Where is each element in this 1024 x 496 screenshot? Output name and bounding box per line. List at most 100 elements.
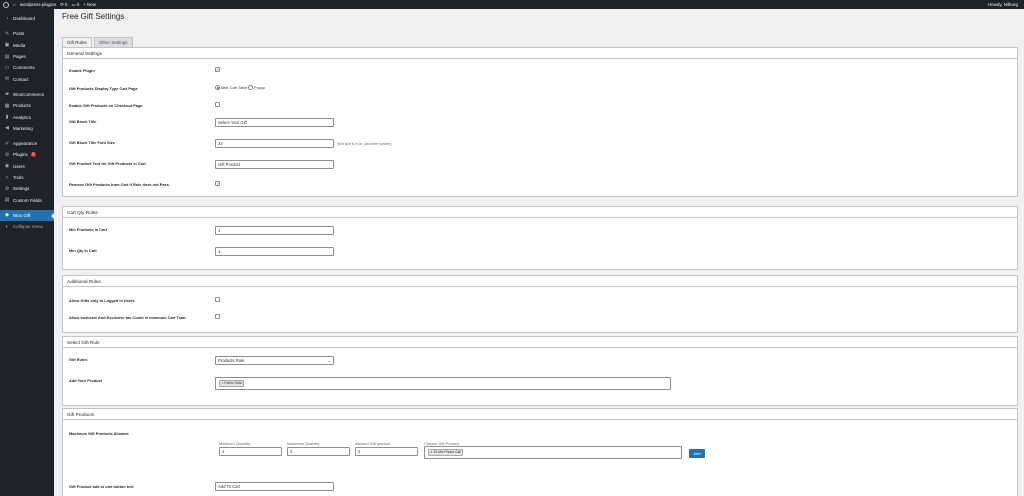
min-qty-label: Min Qty in Cart: [69, 248, 97, 253]
select-gift-rule-panel: Select Gift Rule Gift Rules Products Rul…: [62, 336, 1018, 406]
megaphone-icon: ◀: [5, 125, 9, 132]
min-qty-input[interactable]: 1: [215, 247, 334, 256]
user-icon: ◉: [4, 163, 10, 170]
choose-gift-multiselect[interactable]: × 15 Mix Phone Call: [424, 446, 682, 459]
dashboard-icon: ◔: [5, 15, 9, 22]
panel-heading: Gift Products: [63, 409, 1017, 420]
sidebar-item-marketing[interactable]: ◀ Marketing: [0, 123, 54, 134]
sidebar-item-woocommerce[interactable]: ▰ WooCommerce: [0, 89, 54, 100]
min-products-input[interactable]: 1: [215, 226, 334, 235]
sidebar-item-label: Contact: [13, 76, 29, 82]
radio-label: Popup: [253, 85, 266, 90]
gift-rules-value: Products Rule: [218, 358, 245, 363]
sidebar-item-contact[interactable]: ✉ Contact: [0, 73, 54, 84]
wordpress-logo-icon[interactable]: [3, 1, 9, 8]
product-text-input[interactable]: Gift Product: [215, 160, 334, 169]
cart-button-text-label: Gift Product add to cart button text: [69, 484, 134, 489]
howdy-user-menu[interactable]: Howdy, Nilburg: [988, 0, 1018, 9]
updates-link[interactable]: ⟳ 5: [60, 0, 67, 9]
sidebar-item-label: Dashboard: [13, 16, 36, 22]
panel-heading: Additional Rules: [63, 276, 1017, 287]
sidebar-item-users[interactable]: ◉ Users: [0, 161, 54, 172]
sidebar-item-label: WooCommerce: [13, 91, 45, 97]
sidebar-item-woo-gift[interactable]: ◆ Woo Gift: [0, 209, 54, 222]
panel-heading: Cart Qty Rules: [63, 207, 1017, 218]
plus-icon: +: [83, 2, 86, 7]
sidebar-item-label: Marketing: [13, 125, 33, 131]
sidebar-item-label: Appearance: [13, 141, 38, 147]
sidebar-item-plugins[interactable]: ⚙ Plugins 3: [0, 149, 54, 160]
min-quantity-input[interactable]: 1: [219, 447, 282, 456]
sidebar-item-label: Pages: [13, 54, 26, 60]
allowed-gift-input[interactable]: 2: [355, 447, 418, 456]
cart-button-text-input[interactable]: Add To Cart: [215, 482, 334, 491]
gift-rules-label: Gift Rules: [69, 357, 88, 362]
new-label: New: [86, 2, 96, 7]
gift-rules-select[interactable]: Products Rule ⌄: [215, 356, 334, 365]
media-icon: ▣: [4, 42, 10, 49]
panel-heading: Select Gift Rule: [63, 337, 1017, 348]
display-type-label: Gift Products Display Type Cart Page: [69, 86, 138, 91]
mail-icon: ✉: [4, 76, 10, 83]
sidebar-item-posts[interactable]: ✎ Posts: [0, 28, 54, 39]
brush-icon: ✐: [4, 140, 10, 147]
radio-popup[interactable]: [248, 85, 253, 90]
comments-link[interactable]: ▭ 0: [72, 0, 80, 9]
selected-gift-tag[interactable]: × 15 Mix Phone Call: [428, 449, 464, 456]
pin-icon: ✎: [4, 30, 10, 37]
pages-icon: ▤: [4, 53, 10, 60]
sidebar-item-label: Posts: [13, 31, 25, 37]
font-size-input[interactable]: 24: [215, 139, 334, 148]
font-size-hint: (font size is in px, just enter number): [337, 142, 392, 146]
sidebar-item-label: Comments: [13, 65, 35, 71]
sidebar-item-label: Products: [13, 103, 31, 109]
add-gift-button[interactable]: Add: [689, 449, 705, 458]
plugins-update-badge: 3: [30, 152, 36, 158]
radio-label: After Cart Table: [220, 85, 248, 90]
sidebar-item-label: Woo Gift: [13, 212, 31, 218]
tax-count-label: Allow Inclusive And Exclusive tax Count …: [69, 315, 186, 320]
max-quantity-input[interactable]: 2: [287, 447, 350, 456]
sidebar-item-label: Analytics: [13, 114, 32, 120]
add-product-multiselect[interactable]: × Fabric Sofa: [215, 377, 671, 390]
sidebar-item-pages[interactable]: ▤ Pages: [0, 51, 54, 62]
enable-checkout-checkbox[interactable]: [215, 102, 220, 107]
site-name-link[interactable]: wordpress-plugins: [20, 0, 57, 9]
block-title-label: Gift Block Title: [69, 119, 97, 124]
collapse-menu-button[interactable]: ◐ Collapse menu: [0, 221, 54, 232]
sidebar-item-comments[interactable]: ▭ Comments: [0, 62, 54, 73]
selected-product-tag[interactable]: × Fabric Sofa: [219, 380, 245, 387]
admin-sidebar: ◔ Dashboard ✎ Posts ▣ Media ▤ Pages ▭ Comment…: [0, 9, 54, 496]
sidebar-item-settings[interactable]: ⚙ Settings: [0, 183, 54, 194]
sidebar-item-dashboard[interactable]: ◔ Dashboard: [0, 13, 54, 24]
fields-icon: ▤: [4, 197, 10, 204]
home-icon[interactable]: ⌂: [13, 0, 16, 9]
new-content-link[interactable]: + New: [83, 0, 96, 9]
updates-icon: ⟳: [60, 1, 65, 7]
font-size-label: Gift Block Title Font Size: [69, 140, 115, 145]
chevron-down-icon: ⌄: [327, 358, 331, 363]
main-content: Free Gift Settings Gift Rules Other Sett…: [54, 9, 1024, 496]
updates-count: 5: [65, 2, 68, 7]
analytics-icon: ▮: [5, 114, 9, 121]
panel-heading: General Settings: [63, 48, 1017, 59]
allowed-gift-label: Allowed Gift product: [355, 441, 390, 446]
sidebar-item-label: Plugins: [13, 152, 28, 158]
comment-bubble-icon: ▭: [71, 1, 76, 7]
sidebar-item-products[interactable]: ▦ Products: [0, 100, 54, 111]
sidebar-item-tools[interactable]: ✧ Tools: [0, 172, 54, 183]
tax-count-checkbox[interactable]: [215, 314, 220, 319]
remove-gift-checkbox[interactable]: ✓: [215, 181, 220, 186]
enable-plugin-checkbox[interactable]: ✓: [215, 67, 220, 72]
enable-checkout-label: Enable Gift Products on Checkout Page: [69, 103, 143, 108]
sidebar-item-custom-fields[interactable]: ▤ Custom Fields: [0, 194, 54, 205]
comment-icon: ▭: [4, 64, 10, 71]
add-product-label: Add Your Product: [69, 378, 102, 383]
block-title-input[interactable]: Select Your Gift: [215, 118, 334, 127]
sidebar-item-analytics[interactable]: ▮ Analytics: [0, 111, 54, 122]
page-title: Free Gift Settings: [62, 12, 125, 21]
sidebar-item-appearance[interactable]: ✐ Appearance: [0, 138, 54, 149]
radio-after-cart-table[interactable]: [215, 85, 220, 90]
sidebar-item-media[interactable]: ▣ Media: [0, 40, 54, 51]
logged-in-checkbox[interactable]: [215, 297, 220, 302]
